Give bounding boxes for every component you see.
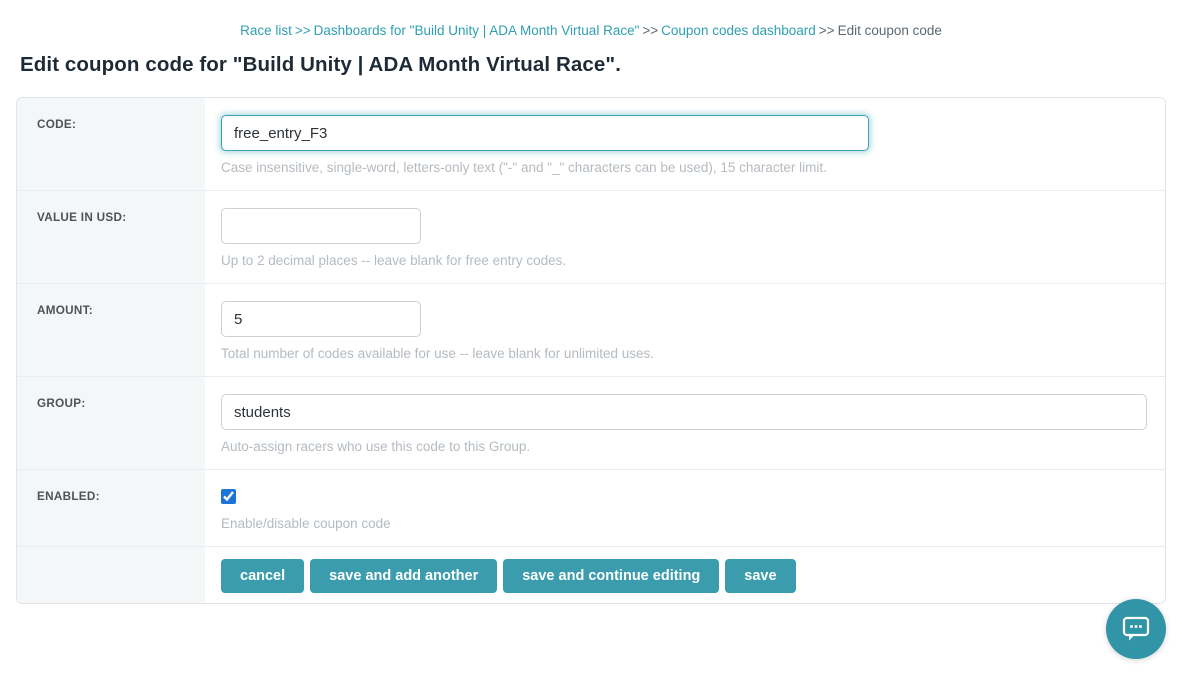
group-input[interactable]: [221, 394, 1147, 430]
group-help-text: Auto-assign racers who use this code to …: [221, 439, 1147, 454]
breadcrumb-separator: >>: [639, 23, 661, 38]
save-button[interactable]: save: [725, 559, 795, 593]
value-in-usd-label: VALUE IN USD:: [17, 191, 205, 283]
code-label: CODE:: [17, 98, 205, 190]
cancel-button[interactable]: cancel: [221, 559, 304, 593]
chat-fab-button[interactable]: [1106, 599, 1166, 659]
form-row-value-in-usd: VALUE IN USD: Up to 2 decimal places -- …: [17, 190, 1165, 283]
enabled-help-text: Enable/disable coupon code: [221, 516, 1147, 531]
breadcrumb-separator: >>: [292, 23, 314, 38]
group-label: GROUP:: [17, 377, 205, 469]
chat-bubble-icon: [1122, 616, 1150, 642]
breadcrumb-link-dashboards[interactable]: Dashboards for "Build Unity | ADA Month …: [314, 23, 640, 38]
save-and-add-another-button[interactable]: save and add another: [310, 559, 497, 593]
code-input[interactable]: [221, 115, 869, 151]
form-row-group: GROUP: Auto-assign racers who use this c…: [17, 376, 1165, 469]
form-row-code: CODE: Case insensitive, single-word, let…: [17, 98, 1165, 190]
amount-help-text: Total number of codes available for use …: [221, 346, 1147, 361]
enabled-checkbox[interactable]: [221, 489, 236, 504]
form-row-actions: cancel save and add another save and con…: [17, 546, 1165, 603]
enabled-label: ENABLED:: [17, 470, 205, 546]
page-title: Edit coupon code for "Build Unity | ADA …: [20, 53, 1182, 77]
actions-label-spacer: [17, 547, 205, 603]
value-in-usd-help-text: Up to 2 decimal places -- leave blank fo…: [221, 253, 1147, 268]
coupon-code-form: CODE: Case insensitive, single-word, let…: [16, 97, 1166, 604]
value-in-usd-input[interactable]: [221, 208, 421, 244]
breadcrumb-link-coupon-codes-dashboard[interactable]: Coupon codes dashboard: [661, 23, 816, 38]
breadcrumb-separator: >>: [816, 23, 838, 38]
form-row-enabled: ENABLED: Enable/disable coupon code: [17, 469, 1165, 546]
code-help-text: Case insensitive, single-word, letters-o…: [221, 160, 1147, 175]
breadcrumb-current-page: Edit coupon code: [838, 23, 942, 38]
amount-label: AMOUNT:: [17, 284, 205, 376]
breadcrumb-link-race-list[interactable]: Race list: [240, 23, 292, 38]
form-row-amount: AMOUNT: Total number of codes available …: [17, 283, 1165, 376]
breadcrumb: Race list>>Dashboards for "Build Unity |…: [0, 0, 1182, 38]
save-and-continue-editing-button[interactable]: save and continue editing: [503, 559, 719, 593]
amount-input[interactable]: [221, 301, 421, 337]
